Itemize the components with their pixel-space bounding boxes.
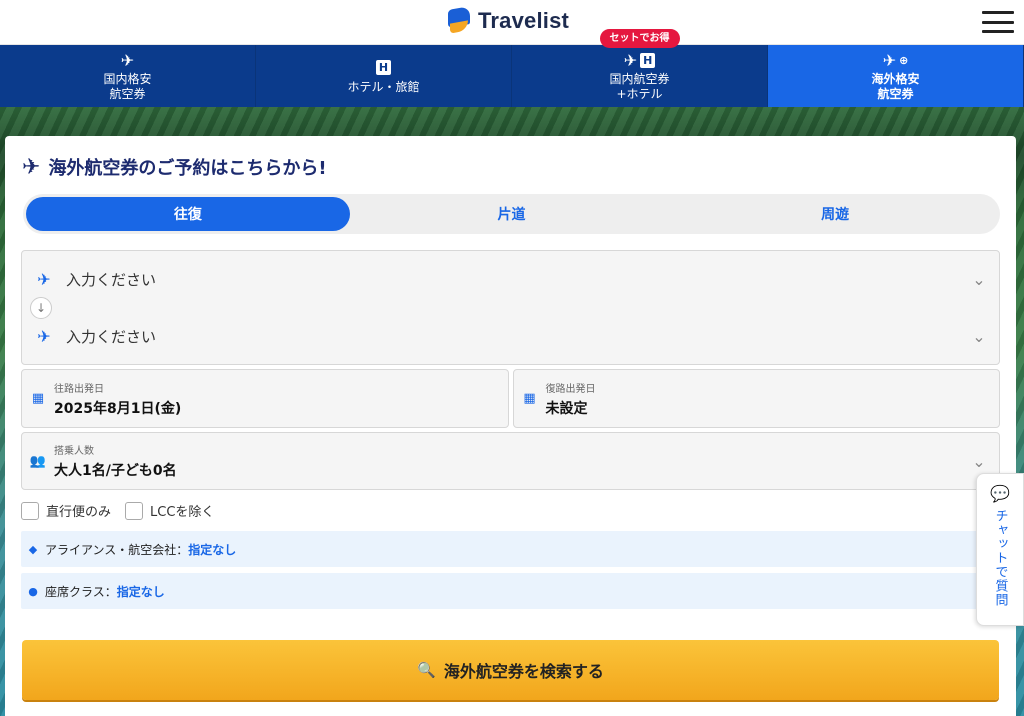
tab-round-trip[interactable]: 往復 [26, 197, 350, 231]
filter-checkboxes: 直行便のみ LCCを除く [21, 501, 214, 520]
seat-class-value: 指定なし [116, 584, 165, 599]
checkbox-box[interactable] [21, 501, 39, 520]
alliance-value: 指定なし [188, 542, 237, 557]
tab-label: ホテル・旅館 [347, 79, 420, 94]
calendar-icon: ▦ [523, 391, 536, 406]
search-title-text: 海外航空券のご予約はこちらから! [48, 158, 327, 179]
tab-hotels[interactable]: H ホテル・旅館 [256, 45, 512, 107]
airplane-hotel-icon: ✈ H [624, 50, 656, 70]
chevron-down-icon: ⌄ [972, 451, 986, 471]
chat-label: チャットで質問 [992, 509, 1008, 607]
return-date-label: 復路出発日 [545, 383, 596, 395]
tab-one-way[interactable]: 片道 [350, 197, 674, 231]
tab-label: 航空券 [109, 87, 146, 101]
swap-arrow-icon[interactable]: ↓ [30, 297, 52, 319]
landing-icon: ✈ [37, 327, 51, 346]
logo-mark-icon [448, 6, 470, 34]
seat-class-option[interactable]: ● 座席クラス： 指定なし [21, 573, 1000, 609]
tab-label: +ホテル [616, 87, 663, 101]
chevron-down-icon: ⌄ [972, 270, 986, 289]
search-button-label: 海外航空券を検索する [443, 662, 604, 681]
outbound-date-field[interactable]: ▦ 往路出発日 2025年8月1日(金) [21, 369, 509, 428]
tab-label: 国内格安 [103, 72, 152, 86]
hamburger-menu-icon[interactable] [982, 11, 1014, 33]
date-row: ▦ 往路出発日 2025年8月1日(金) ▦ 復路出発日 未設定 [21, 369, 1000, 428]
takeoff-icon: ✈ [37, 270, 51, 289]
route-box: ✈ 入力ください ⌄ ↓ ✈ 入力ください ⌄ [21, 250, 1000, 365]
person-icon: ● [28, 584, 38, 598]
logo-text: Travelist [478, 8, 570, 33]
return-date-value: 未設定 [545, 400, 588, 417]
arrival-placeholder: 入力ください [66, 328, 157, 346]
return-date-field[interactable]: ▦ 復路出発日 未設定 [512, 369, 1000, 428]
tab-domestic-flights[interactable]: ✈ 国内格安 航空券 [0, 45, 256, 107]
site-header: Travelist [0, 0, 1024, 45]
passenger-value: 大人1名/子ども0名 [54, 463, 177, 479]
chat-bubble-icon: 💬 [990, 484, 1010, 503]
airline-icon: ◆ [28, 542, 38, 556]
tab-label: 国内航空券 [609, 72, 670, 86]
airplane-icon: ✈ [120, 50, 135, 70]
departure-field[interactable]: ✈ 入力ください ⌄ [22, 251, 999, 308]
tab-label: 海外格安 [871, 72, 920, 86]
airplane-globe-icon: ✈ ⊕ [882, 50, 909, 70]
product-nav: ✈ 国内格安 航空券 H ホテル・旅館 セットでお得 ✈ H 国内航空券 +ホテル… [0, 29, 1024, 107]
search-title: ✈ 海外航空券のご予約はこちらから! [22, 154, 327, 180]
checkbox-box[interactable] [125, 501, 144, 520]
alliance-label: アライアンス・航空会社： [45, 542, 189, 557]
search-card: ✈ 海外航空券のご予約はこちらから! 往復 片道 周遊 ✈ 入力ください ⌄ ↓… [5, 136, 1016, 716]
seat-class-label: 座席クラス： [45, 584, 117, 599]
arrival-field[interactable]: ✈ 入力ください ⌄ [22, 308, 999, 365]
airplane-globe-icon: ✈ [22, 154, 41, 180]
direct-only-checkbox[interactable]: 直行便のみ [21, 501, 111, 520]
tab-flight-hotel[interactable]: セットでお得 ✈ H 国内航空券 +ホテル [512, 29, 768, 107]
chevron-down-icon: ⌄ [972, 327, 986, 346]
search-button[interactable]: 🔍 海外航空券を検索する [22, 640, 999, 700]
search-icon: 🔍 [417, 661, 436, 679]
tab-multi-city[interactable]: 周遊 [673, 197, 997, 231]
promo-badge: セットでお得 [599, 29, 680, 48]
tab-international-flights[interactable]: ✈ ⊕ 海外格安 航空券 [768, 45, 1024, 107]
exclude-lcc-label: LCCを除く [150, 505, 215, 520]
passenger-field[interactable]: 👥 搭乗人数 大人1名/子ども0名 ⌄ [21, 432, 1000, 490]
chat-button[interactable]: 💬 チャットで質問 [976, 473, 1024, 626]
tab-label: 航空券 [877, 87, 914, 101]
trip-type-tabs: 往復 片道 周遊 [23, 194, 1000, 234]
outbound-date-value: 2025年8月1日(金) [54, 400, 182, 417]
passenger-label: 搭乗人数 [54, 446, 94, 457]
departure-placeholder: 入力ください [66, 271, 157, 289]
alliance-option[interactable]: ◆ アライアンス・航空会社： 指定なし [21, 531, 1000, 567]
hotel-icon: H [376, 58, 391, 78]
outbound-date-label: 往路出発日 [54, 383, 104, 395]
direct-only-label: 直行便のみ [46, 505, 112, 520]
exclude-lcc-checkbox[interactable]: LCCを除く [125, 501, 214, 520]
logo[interactable]: Travelist [448, 6, 570, 34]
calendar-icon: ▦ [31, 391, 45, 406]
people-icon: 👥 [29, 453, 47, 469]
